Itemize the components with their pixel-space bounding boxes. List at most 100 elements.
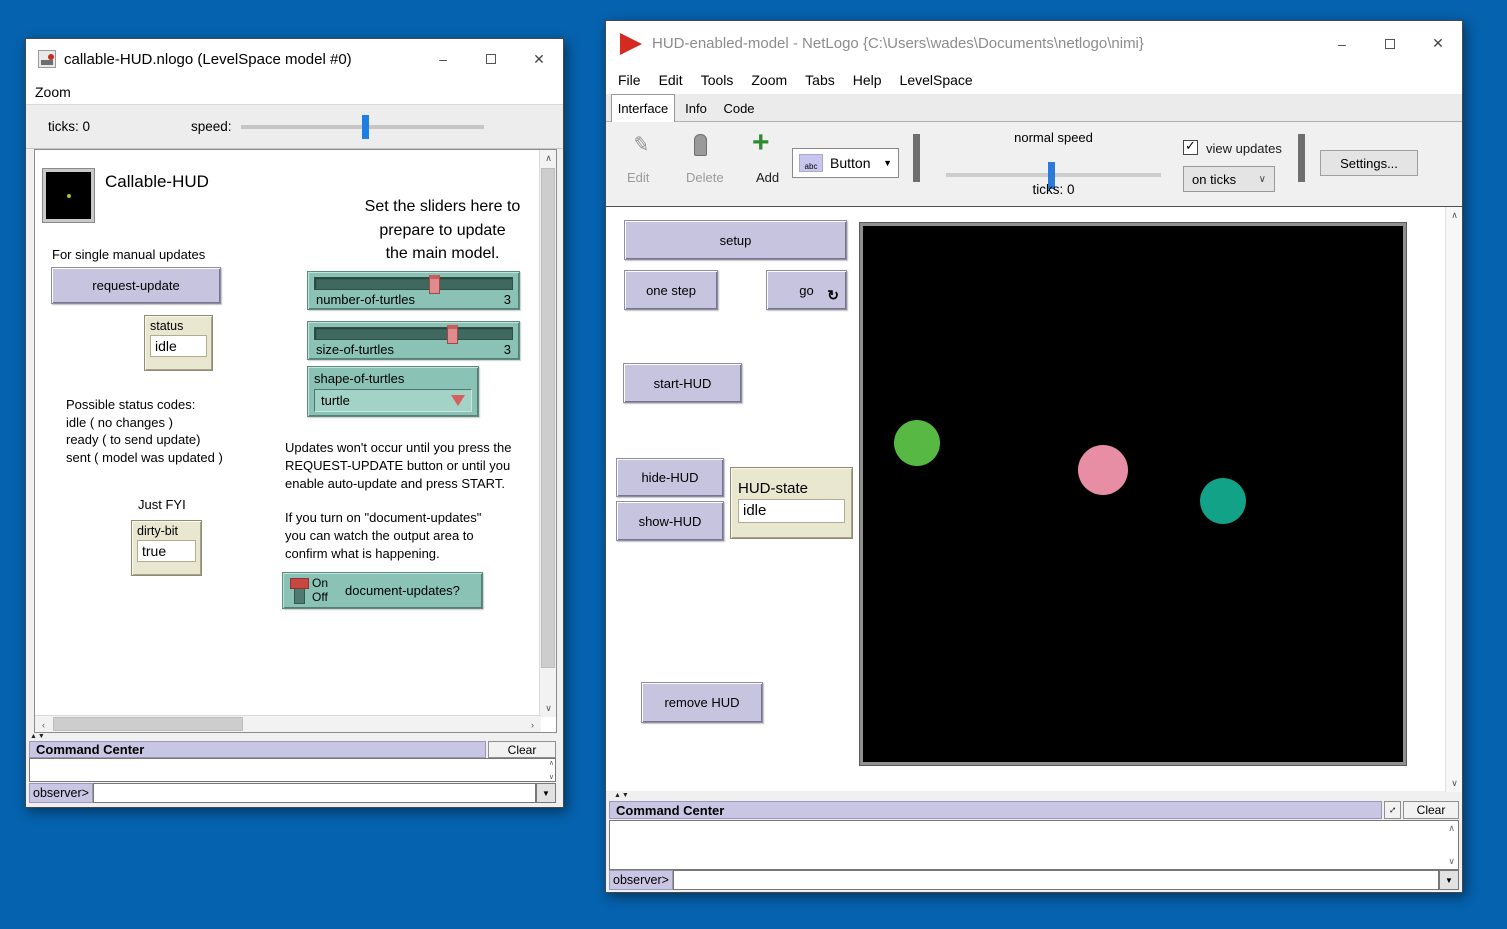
number-of-turtles-slider[interactable]: number-of-turtles 3 bbox=[307, 271, 520, 310]
mini-world-view[interactable] bbox=[43, 169, 94, 222]
shape-of-turtles-chooser[interactable]: shape-of-turtles turtle bbox=[307, 366, 479, 417]
observer-command-input[interactable] bbox=[93, 783, 536, 803]
turtle bbox=[894, 420, 940, 466]
left-window-title: callable-HUD.nlogo (LevelSpace model #0) bbox=[64, 51, 352, 68]
status-monitor: status idle bbox=[144, 315, 213, 371]
menu-levelspace[interactable]: LevelSpace bbox=[891, 72, 982, 88]
left-menu-bar: Zoom bbox=[26, 79, 563, 105]
slider-value: 3 bbox=[504, 342, 511, 357]
go-button-label: go bbox=[799, 283, 813, 298]
observer-history-dropdown[interactable]: ▼ bbox=[536, 783, 556, 803]
right-title-bar[interactable]: HUD-enabled-model - NetLogo {C:\Users\wa… bbox=[606, 21, 1462, 66]
close-button[interactable]: ✕ bbox=[1414, 21, 1462, 66]
expand-command-center-icon[interactable]: ↕ bbox=[1384, 801, 1401, 819]
update-mode-dropdown[interactable]: on ticks ∨ bbox=[1183, 166, 1275, 192]
observer-command-input[interactable] bbox=[673, 870, 1439, 890]
observer-history-dropdown[interactable]: ▼ bbox=[1439, 870, 1459, 890]
settings-button[interactable]: Settings... bbox=[1320, 150, 1418, 176]
observer-prompt: observer> bbox=[609, 870, 673, 890]
splitter-handle[interactable]: ▲▼ bbox=[30, 733, 46, 740]
widget-type-dropdown[interactable]: abc Button ▼ bbox=[792, 148, 899, 178]
scrollbar-thumb[interactable] bbox=[53, 717, 243, 731]
menu-tools[interactable]: Tools bbox=[692, 72, 743, 88]
splitter-handle[interactable]: ▲▼ bbox=[614, 792, 630, 799]
menu-zoom-left[interactable]: Zoom bbox=[26, 84, 80, 100]
output-scroll-down-icon[interactable]: ∨ bbox=[549, 773, 554, 781]
scroll-up-arrow[interactable]: ∧ bbox=[540, 150, 557, 167]
maximize-button[interactable] bbox=[1366, 21, 1414, 66]
clear-button[interactable]: Clear bbox=[1403, 801, 1459, 819]
chooser-dropdown[interactable]: turtle bbox=[314, 389, 472, 412]
dirty-bit-monitor: dirty-bit true bbox=[131, 520, 202, 576]
menu-tabs[interactable]: Tabs bbox=[796, 72, 844, 88]
slider-label: size-of-turtles bbox=[316, 342, 394, 357]
menu-zoom[interactable]: Zoom bbox=[742, 72, 796, 88]
minimize-button[interactable]: – bbox=[419, 39, 467, 79]
tab-interface[interactable]: Interface bbox=[611, 94, 675, 122]
size-of-turtles-slider[interactable]: size-of-turtles 3 bbox=[307, 321, 520, 360]
output-scroll-down-icon[interactable]: ∨ bbox=[1448, 856, 1455, 867]
desktop: callable-HUD.nlogo (LevelSpace model #0)… bbox=[0, 0, 1507, 929]
left-interface-area: Callable-HUD For single manual updates r… bbox=[34, 149, 557, 733]
mini-turtle bbox=[67, 194, 71, 198]
request-update-button[interactable]: request-update bbox=[51, 267, 221, 304]
view-updates-checkbox[interactable]: ✓ bbox=[1183, 140, 1198, 155]
speed-slider-handle[interactable] bbox=[362, 115, 369, 139]
slider-track[interactable] bbox=[314, 277, 513, 290]
slider-track[interactable] bbox=[314, 327, 513, 340]
status-codes-note: Possible status codes: idle ( no changes… bbox=[66, 396, 223, 466]
minimize-button[interactable]: – bbox=[1318, 21, 1366, 66]
tab-info[interactable]: Info bbox=[677, 94, 715, 122]
note-just-fyi: Just FYI bbox=[138, 497, 186, 512]
scroll-down-arrow[interactable]: ∨ bbox=[1446, 775, 1463, 792]
dirty-bit-value: true bbox=[137, 540, 196, 562]
chooser-label: shape-of-turtles bbox=[314, 371, 404, 386]
menu-edit[interactable]: Edit bbox=[650, 72, 692, 88]
scroll-left-arrow[interactable]: ‹ bbox=[35, 716, 52, 733]
one-step-button[interactable]: one step bbox=[624, 270, 718, 310]
switch-toggle[interactable] bbox=[290, 578, 309, 589]
setup-button[interactable]: setup bbox=[624, 220, 847, 260]
left-speed-toolbar: ticks: 0 speed: bbox=[26, 105, 563, 149]
right-menu-bar: File Edit Tools Zoom Tabs Help LevelSpac… bbox=[606, 66, 1462, 94]
output-scroll-up-icon[interactable]: ∧ bbox=[549, 759, 554, 767]
left-observer-row: observer> ▼ bbox=[29, 783, 556, 803]
remove-hud-button[interactable]: remove HUD bbox=[641, 682, 763, 723]
command-center-title: Command Center bbox=[609, 801, 1382, 819]
add-button[interactable]: Add bbox=[756, 170, 779, 185]
forever-icon: ↻ bbox=[827, 287, 839, 304]
start-hud-button[interactable]: start-HUD bbox=[623, 363, 742, 403]
switch-label: document-updates? bbox=[345, 583, 460, 598]
slider-value: 3 bbox=[504, 292, 511, 307]
right-command-output[interactable]: ∧ ∨ bbox=[609, 820, 1459, 870]
tab-code[interactable]: Code bbox=[717, 94, 761, 122]
hide-hud-button[interactable]: hide-HUD bbox=[616, 458, 724, 497]
document-updates-switch[interactable]: On Off document-updates? bbox=[282, 572, 483, 609]
show-hud-button[interactable]: show-HUD bbox=[616, 501, 724, 541]
clear-button[interactable]: Clear bbox=[488, 741, 556, 758]
scroll-right-arrow[interactable]: › bbox=[524, 716, 541, 733]
right-window-title: HUD-enabled-model - NetLogo {C:\Users\wa… bbox=[652, 35, 1144, 52]
chevron-down-icon: ∨ bbox=[1259, 174, 1266, 185]
scrollbar-thumb[interactable] bbox=[541, 168, 555, 668]
left-vertical-scrollbar[interactable]: ∧ ∨ bbox=[539, 150, 556, 717]
speed-label: speed: bbox=[191, 119, 232, 134]
go-button[interactable]: go ↻ bbox=[766, 270, 847, 310]
edit-button[interactable]: Edit bbox=[627, 170, 649, 185]
scroll-down-arrow[interactable]: ∨ bbox=[540, 700, 557, 717]
left-title-bar[interactable]: callable-HUD.nlogo (LevelSpace model #0)… bbox=[26, 39, 563, 79]
left-command-output[interactable]: ∧ ∨ bbox=[29, 758, 556, 782]
widget-type-value: Button bbox=[830, 155, 870, 171]
switch-off-label: Off bbox=[312, 590, 328, 604]
close-button[interactable]: ✕ bbox=[515, 39, 563, 79]
maximize-button[interactable] bbox=[467, 39, 515, 79]
world-view[interactable] bbox=[860, 223, 1406, 765]
speed-title: normal speed bbox=[941, 130, 1166, 145]
menu-file[interactable]: File bbox=[609, 72, 650, 88]
left-horizontal-scrollbar[interactable]: ‹ › bbox=[35, 715, 541, 732]
delete-button[interactable]: Delete bbox=[686, 170, 724, 185]
output-scroll-up-icon[interactable]: ∧ bbox=[1448, 823, 1455, 834]
scroll-up-arrow[interactable]: ∧ bbox=[1446, 207, 1463, 224]
right-vertical-scrollbar[interactable]: ∧ ∨ bbox=[1445, 207, 1462, 792]
menu-help[interactable]: Help bbox=[844, 72, 891, 88]
